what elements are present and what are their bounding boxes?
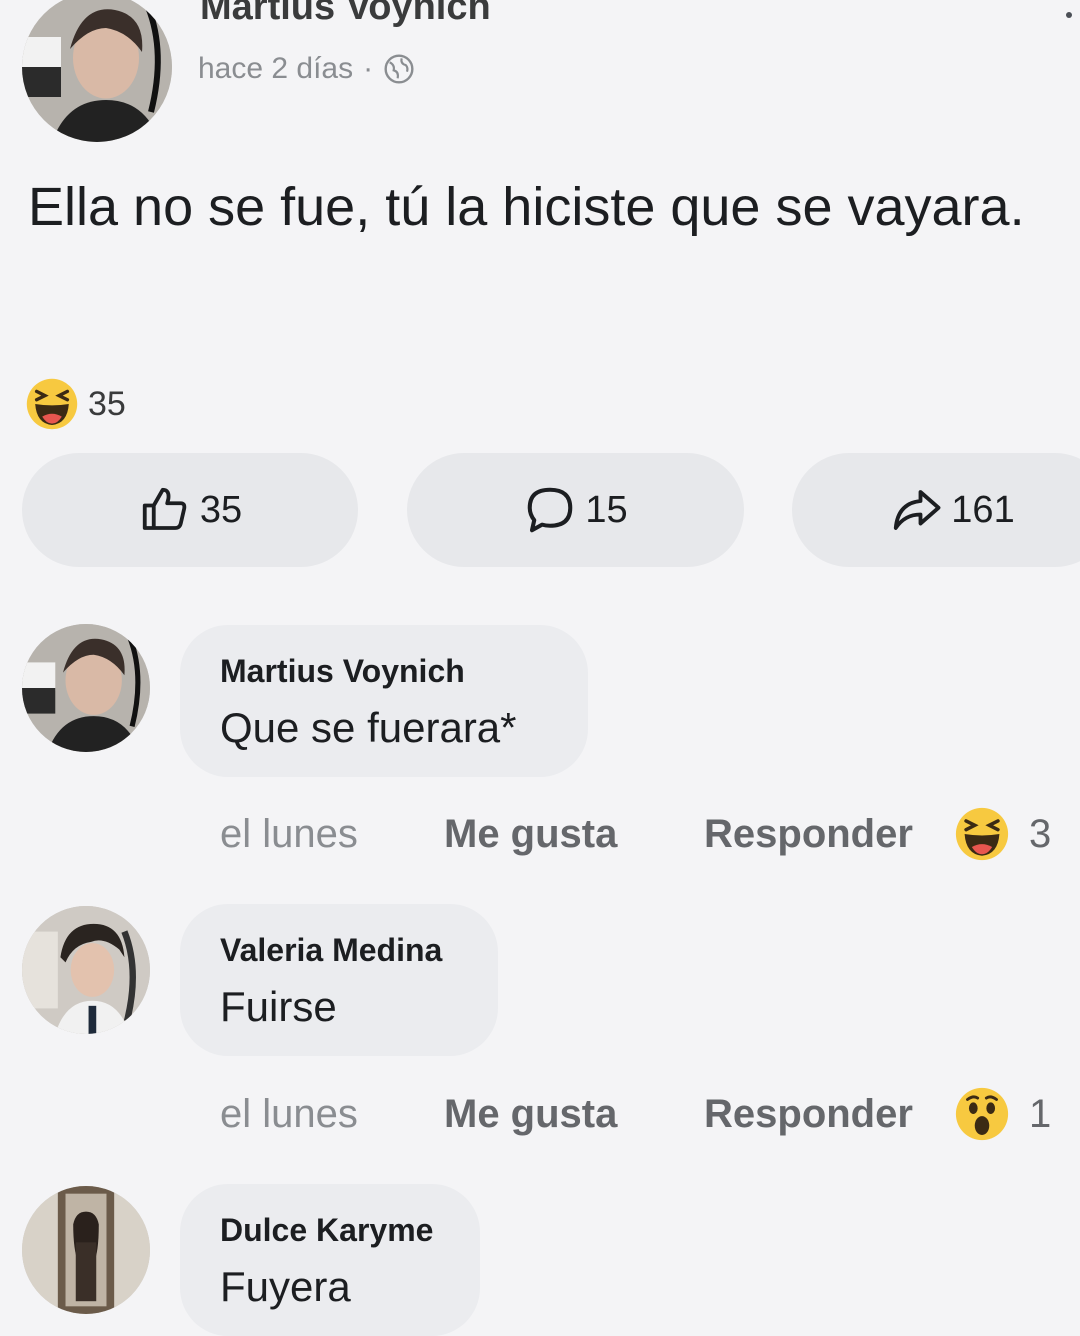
share-count: 161 xyxy=(951,488,1015,531)
share-arrow-icon xyxy=(894,490,941,530)
like-count: 35 xyxy=(199,488,243,531)
globe-icon xyxy=(383,53,415,85)
comment-count: 15 xyxy=(585,488,628,531)
comment-bubble: Dulce Karyme Fuyera xyxy=(180,1184,480,1336)
comment-avatar[interactable] xyxy=(22,1186,150,1314)
comment-bubble: Valeria Medina Fuirse xyxy=(180,904,498,1056)
comment-avatar[interactable] xyxy=(22,624,150,752)
comment-actions: el lunes Me gusta Responder 3 xyxy=(220,804,1051,864)
comment-button[interactable]: 15 xyxy=(407,453,744,567)
comment-bubble-icon xyxy=(528,487,573,533)
more-options-icon[interactable] xyxy=(1066,12,1072,18)
haha-emoji-icon xyxy=(26,378,78,430)
comment-author[interactable]: Valeria Medina xyxy=(220,932,458,969)
comment-text: Fuirse xyxy=(220,983,337,1030)
avatar-photo xyxy=(22,624,150,752)
avatar-photo xyxy=(22,906,150,1034)
comment-actions: el lunes Me gusta Responder 1 xyxy=(220,1084,1051,1144)
comment-text: Fuyera xyxy=(220,1263,351,1310)
avatar-photo xyxy=(22,1186,150,1314)
comment-like-button[interactable]: Me gusta xyxy=(444,812,704,857)
comment-reaction-count: 3 xyxy=(1028,811,1052,856)
post-author-avatar[interactable] xyxy=(22,0,172,142)
meta-separator: · xyxy=(363,52,374,85)
haha-emoji-icon xyxy=(955,807,1009,861)
comment-text: Que se fuerara* xyxy=(220,704,517,751)
like-button[interactable]: 35 xyxy=(22,453,358,567)
avatar-photo xyxy=(22,0,172,142)
share-button[interactable]: 161 xyxy=(792,453,1080,567)
reaction-count: 35 xyxy=(88,384,126,423)
thumbs-up-icon xyxy=(142,487,187,530)
comment-author[interactable]: Martius Voynich xyxy=(220,653,548,690)
post-timestamp[interactable]: hace 2 días xyxy=(198,52,353,86)
post-text: Ella no se fue, tú la hiciste que se vay… xyxy=(28,177,1025,237)
post-author-name[interactable]: Martius Voynich xyxy=(200,0,491,29)
comment-timestamp[interactable]: el lunes xyxy=(220,812,444,857)
comment-timestamp[interactable]: el lunes xyxy=(220,1092,444,1137)
post-meta: hace 2 días · xyxy=(198,52,415,86)
comment-reaction-count: 1 xyxy=(1028,1091,1052,1136)
comment-author[interactable]: Dulce Karyme xyxy=(220,1212,440,1249)
reaction-summary[interactable]: 35 xyxy=(24,376,126,432)
comment-reply-button[interactable]: Responder xyxy=(704,1092,913,1137)
comment-avatar[interactable] xyxy=(22,906,150,1034)
wow-emoji-icon xyxy=(955,1087,1009,1141)
comment-bubble: Martius Voynich Que se fuerara* xyxy=(180,625,588,777)
comment-reply-button[interactable]: Responder xyxy=(704,812,913,857)
comment-like-button[interactable]: Me gusta xyxy=(444,1092,704,1137)
